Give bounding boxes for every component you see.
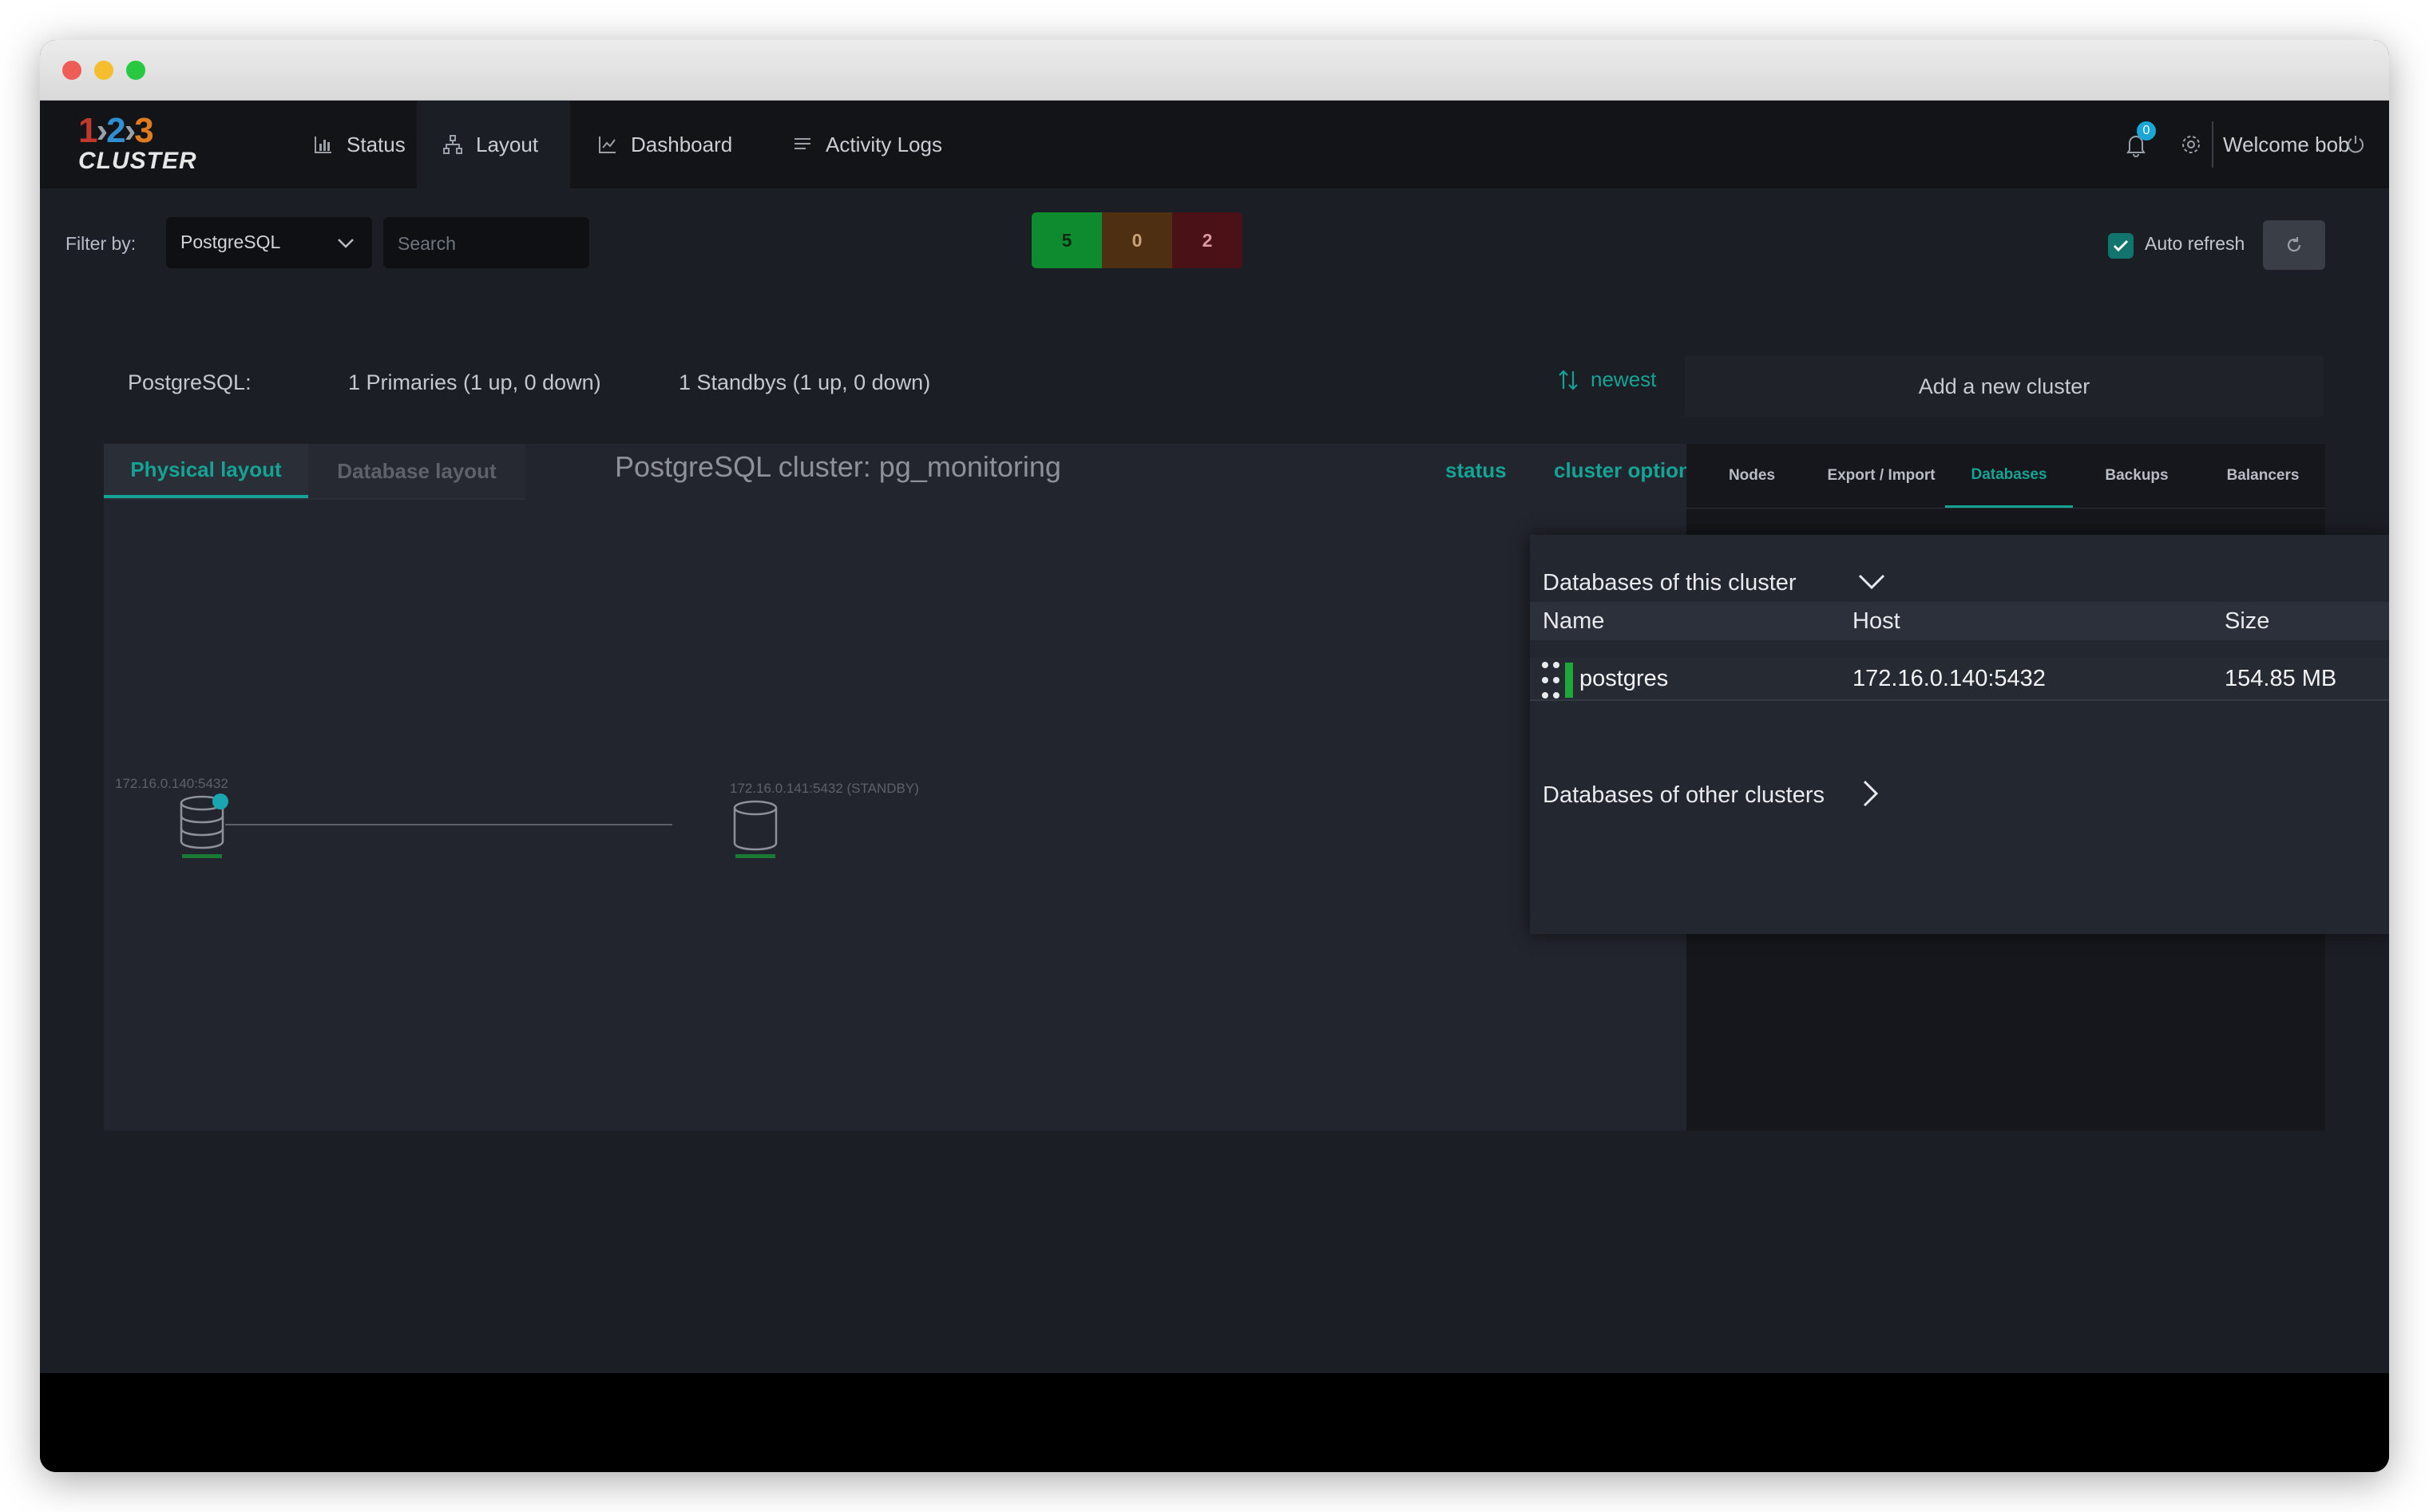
filter-bar: Filter by: PostgreSQL Search 5 0 2 Auto …	[40, 188, 2389, 292]
logo-word: CLUSTER	[78, 148, 197, 174]
sort-label: newest	[1591, 367, 1657, 391]
side-tab-backups[interactable]: Backups	[2073, 444, 2201, 508]
other-clusters-heading[interactable]: Databases of other clusters	[1543, 782, 1825, 809]
tab-underline	[104, 498, 525, 500]
primary-node[interactable]	[179, 794, 228, 859]
side-tab-divider	[1686, 508, 2325, 509]
summary-primaries: 1 Primaries (1 up, 0 down)	[348, 370, 601, 394]
refresh-icon	[2287, 237, 2301, 252]
side-tab-databases[interactable]: Databases	[1945, 444, 2073, 508]
logo-number-1: 1	[78, 111, 98, 150]
title-bar	[40, 40, 2389, 101]
auto-refresh-label: Auto refresh	[2145, 233, 2245, 254]
bar-chart-icon	[315, 137, 331, 153]
logo-numbers: 1›2›3	[78, 111, 154, 150]
cluster-type-select[interactable]: PostgreSQL	[166, 217, 372, 268]
chevron-down-icon[interactable]	[1857, 573, 1886, 591]
top-navigation: 1›2›3 CLUSTER Status Layout Dashboard Ac…	[40, 101, 2389, 188]
nav-activity-logs-label: Activity Logs	[826, 132, 942, 156]
column-host: Host	[1852, 608, 1900, 634]
cluster-title: PostgreSQL cluster: pg_monitoring	[615, 450, 1061, 483]
database-host: 172.16.0.140:5432	[1852, 666, 2046, 691]
column-name: Name	[1543, 608, 1605, 634]
side-tab-nodes[interactable]: Nodes	[1686, 444, 1817, 508]
gear-icon	[2182, 136, 2200, 153]
close-window-button[interactable]	[62, 61, 81, 80]
nav-layout-label: Layout	[476, 132, 539, 156]
side-tab-export-import[interactable]: Export / Import	[1817, 444, 1945, 508]
app-content: 1›2›3 CLUSTER Status Layout Dashboard Ac…	[40, 101, 2389, 1373]
nav-divider	[2212, 121, 2213, 168]
logo-number-3: 3	[134, 111, 154, 150]
standby-node[interactable]	[731, 800, 779, 864]
drag-handle-icon[interactable]	[1541, 661, 1562, 699]
sort-button[interactable]: newest	[1557, 367, 1656, 392]
nav-dashboard[interactable]: Dashboard	[597, 101, 765, 188]
logo[interactable]: 1›2›3 CLUSTER	[78, 111, 197, 177]
chevron-right-icon[interactable]	[1862, 779, 1880, 808]
side-tab-balancers[interactable]: Balancers	[2201, 444, 2325, 508]
this-cluster-heading: Databases of this cluster	[1543, 570, 1797, 596]
sort-icon	[1559, 369, 1578, 390]
tab-physical-layout[interactable]: Physical layout	[104, 444, 308, 498]
replication-link	[225, 824, 672, 825]
nav-dashboard-label: Dashboard	[631, 132, 733, 156]
nav-status-label: Status	[347, 132, 406, 156]
cluster-options-link[interactable]: cluster options	[1554, 458, 1702, 483]
status-count-warning[interactable]: 0	[1102, 212, 1172, 268]
check-icon	[2113, 239, 2129, 252]
app-window: 1›2›3 CLUSTER Status Layout Dashboard Ac…	[40, 40, 2389, 1472]
nav-activity-logs[interactable]: Activity Logs	[792, 101, 984, 188]
database-icon	[733, 800, 778, 858]
database-name: postgres	[1579, 666, 1669, 691]
sitemap-icon	[443, 135, 462, 154]
welcome-text: Welcome bob	[2223, 132, 2350, 156]
minimize-window-button[interactable]	[94, 61, 113, 80]
zoom-window-button[interactable]	[126, 61, 145, 80]
settings-button[interactable]	[2180, 101, 2202, 188]
status-count-down[interactable]: 2	[1172, 212, 1242, 268]
database-size: 154.85 MB	[2225, 666, 2337, 691]
notifications-button[interactable]: 0	[2122, 101, 2156, 188]
auto-refresh-checkbox[interactable]	[2108, 233, 2134, 259]
refresh-button[interactable]	[2263, 220, 2325, 270]
status-link[interactable]: status	[1445, 458, 1507, 483]
summary-standbys: 1 Standbys (1 up, 0 down)	[679, 370, 931, 394]
status-count-up[interactable]: 5	[1032, 212, 1102, 268]
primary-badge-icon	[212, 794, 228, 809]
filter-label: Filter by:	[65, 233, 137, 254]
add-cluster-button[interactable]: Add a new cluster	[1685, 356, 2324, 417]
search-input[interactable]: Search	[383, 217, 589, 268]
standby-node-label: 172.16.0.141:5432 (STANDBY)	[730, 781, 919, 796]
column-size: Size	[2225, 608, 2270, 634]
cluster-type-selected: PostgreSQL	[180, 232, 281, 252]
nav-layout[interactable]: Layout	[417, 101, 570, 188]
logout-button[interactable]	[2344, 101, 2367, 188]
summary-type: PostgreSQL:	[128, 370, 252, 394]
databases-popup: Databases of this cluster Name Host Size…	[1530, 535, 2389, 934]
chevron-down-icon	[338, 239, 354, 248]
database-status-indicator	[1565, 663, 1573, 698]
logo-number-2: 2	[106, 111, 126, 150]
notification-count-badge: 0	[2137, 121, 2156, 141]
line-chart-icon	[599, 137, 616, 153]
power-icon	[2348, 136, 2364, 153]
primary-node-label: 172.16.0.140:5432	[115, 776, 228, 791]
list-icon	[794, 138, 810, 149]
bottom-bar	[40, 1373, 2389, 1472]
tab-database-layout[interactable]: Database layout	[308, 444, 525, 498]
